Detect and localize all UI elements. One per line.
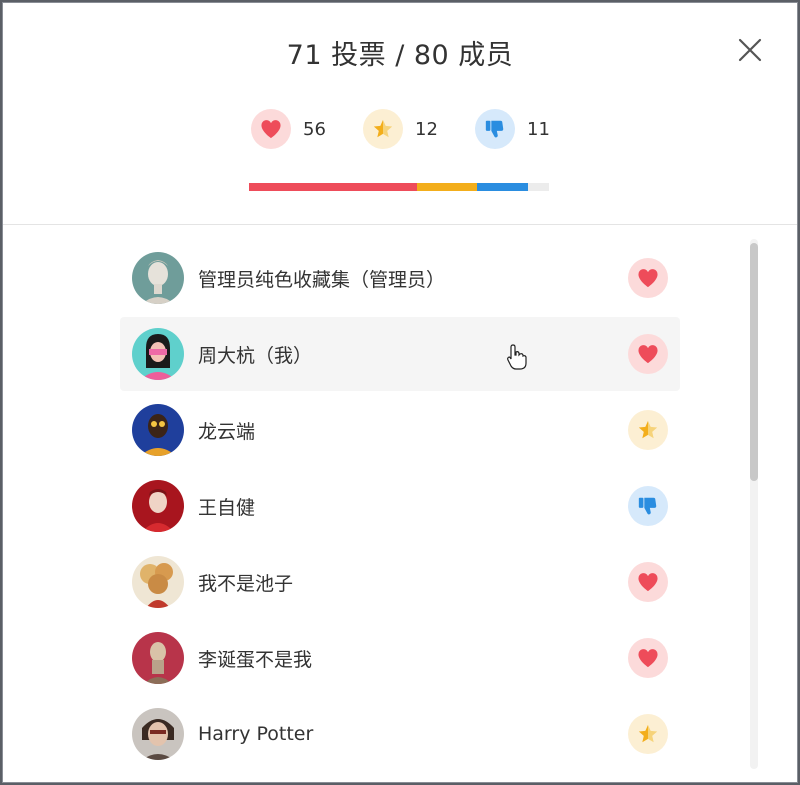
progress-star-segment — [417, 183, 477, 191]
stat-star: 12 — [363, 107, 438, 151]
member-name: Harry Potter — [198, 723, 314, 745]
heart-icon — [628, 638, 668, 678]
thumbs-down-icon — [475, 109, 515, 149]
avatar — [132, 708, 184, 760]
scrollbar[interactable] — [750, 239, 758, 769]
avatar — [132, 480, 184, 532]
member-name: 李诞蛋不是我 — [198, 648, 313, 671]
member-row[interactable]: Harry Potter — [120, 697, 680, 771]
down-count: 11 — [527, 118, 550, 140]
scrollbar-thumb[interactable] — [750, 243, 758, 481]
member-name: 我不是池子 — [198, 572, 294, 595]
avatar — [132, 252, 184, 304]
vote-stats: 56 12 11 — [3, 107, 797, 151]
member-name: 龙云端 — [198, 420, 256, 443]
member-name: 王自健 — [198, 496, 256, 519]
avatar — [132, 556, 184, 608]
member-name: 管理员纯色收藏集（管理员） — [198, 268, 446, 291]
hand-cursor-icon — [505, 343, 529, 371]
member-row[interactable]: 管理员纯色收藏集（管理员） — [120, 241, 680, 315]
avatar — [132, 328, 184, 380]
half-star-icon — [363, 109, 403, 149]
vote-dialog: 71 投票 / 80 成员 56 12 11 管理员纯色收藏集（管理员） 周大杭… — [2, 2, 798, 783]
heart-icon — [628, 258, 668, 298]
avatar — [132, 404, 184, 456]
dialog-title: 71 投票 / 80 成员 — [286, 40, 514, 71]
avatar — [132, 632, 184, 684]
member-row[interactable]: 王自健 — [120, 469, 680, 543]
heart-icon — [251, 109, 291, 149]
heart-icon — [628, 562, 668, 602]
progress-love-segment — [249, 183, 417, 191]
heart-icon — [628, 334, 668, 374]
member-row[interactable]: 李诞蛋不是我 — [120, 621, 680, 695]
stat-love: 56 — [251, 107, 326, 151]
love-count: 56 — [303, 118, 326, 140]
stat-down: 11 — [475, 107, 550, 151]
member-row[interactable]: 我不是池子 — [120, 545, 680, 619]
vote-progress-bar — [249, 183, 549, 191]
divider — [3, 224, 797, 225]
thumbs-down-icon — [628, 486, 668, 526]
progress-down-segment — [477, 183, 528, 191]
star-count: 12 — [415, 118, 438, 140]
half-star-icon — [628, 714, 668, 754]
member-row[interactable]: 龙云端 — [120, 393, 680, 467]
close-icon[interactable] — [735, 35, 765, 65]
member-list: 管理员纯色收藏集（管理员） 周大杭（我） 龙云端 王自健 我不是池子 李诞蛋不是… — [3, 235, 763, 782]
member-name: 周大杭（我） — [198, 344, 313, 367]
member-row[interactable]: 周大杭（我） — [120, 317, 680, 391]
half-star-icon — [628, 410, 668, 450]
